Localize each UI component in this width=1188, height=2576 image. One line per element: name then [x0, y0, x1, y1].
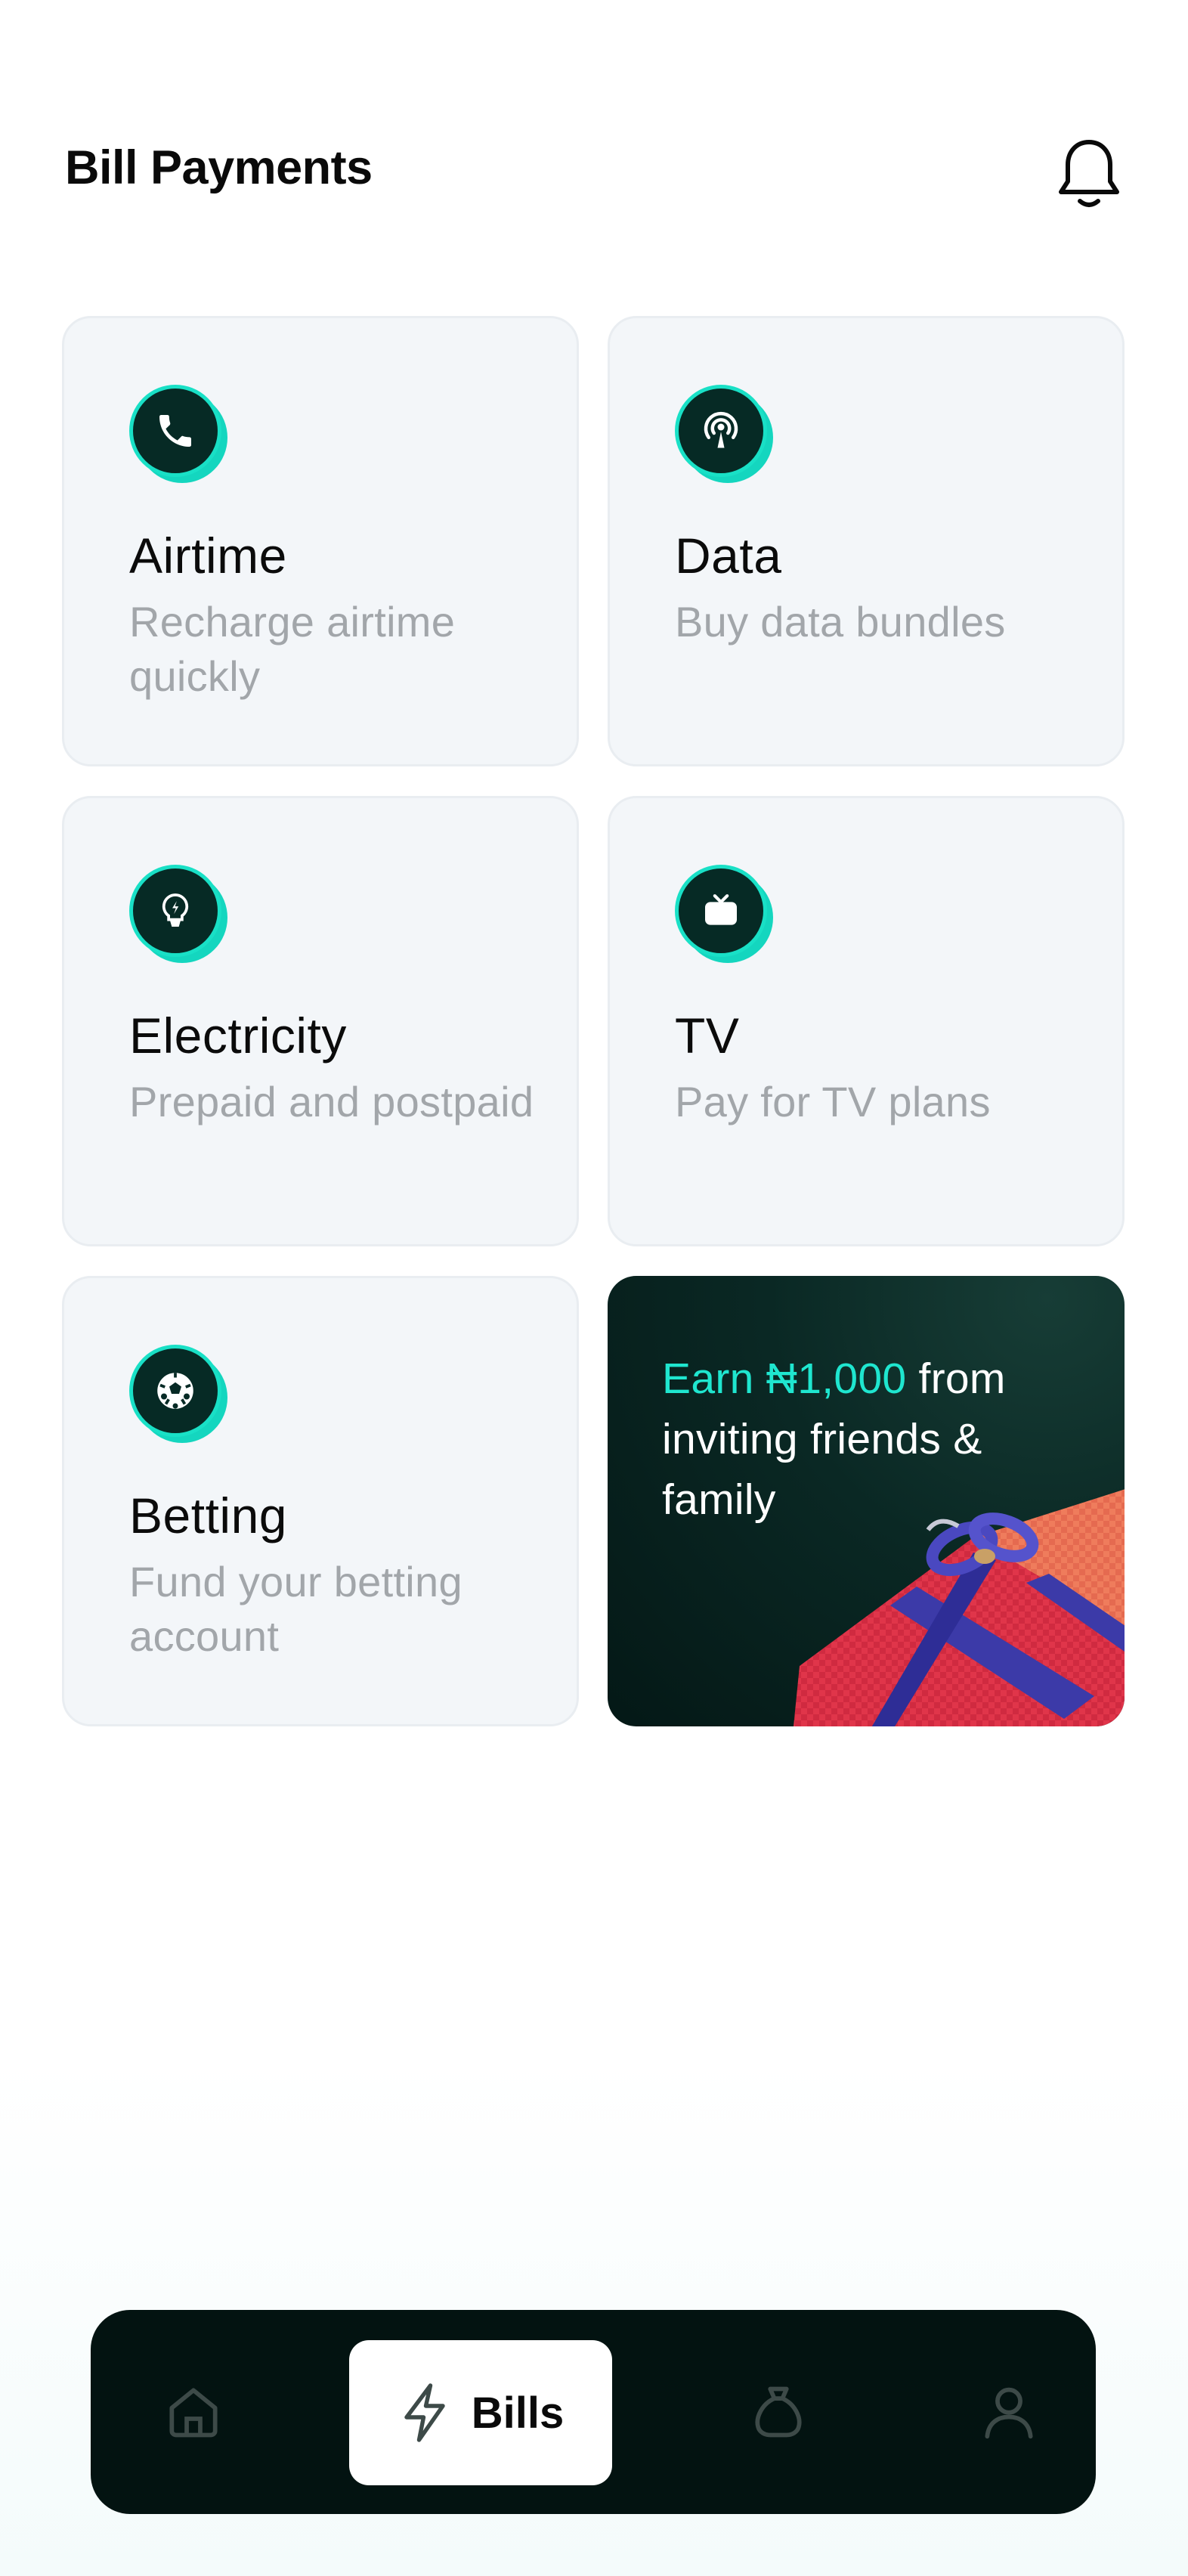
- card-description: Prepaid and postpaid: [129, 1078, 534, 1125]
- phone-icon: [159, 415, 191, 447]
- electricity-card[interactable]: Electricity Prepaid and postpaid: [62, 796, 579, 1246]
- card-title: TV: [675, 1008, 740, 1064]
- tv-card[interactable]: TV Pay for TV plans: [608, 796, 1125, 1246]
- card-title: Electricity: [129, 1008, 347, 1064]
- tv-icon-badge: [675, 865, 773, 963]
- bell-icon: [1059, 140, 1119, 207]
- notifications-button[interactable]: [1055, 136, 1123, 212]
- data-icon-badge: [675, 385, 773, 483]
- page-title: Bill Payments: [65, 141, 373, 194]
- betting-icon-badge: [129, 1345, 227, 1443]
- card-description: Recharge airtime quickly: [129, 598, 456, 700]
- promo-highlight: Earn ₦1,000: [662, 1355, 907, 1403]
- electricity-icon-badge: [129, 865, 227, 963]
- card-title: Data: [675, 528, 782, 584]
- nav-profile[interactable]: [933, 2310, 1084, 2514]
- user-icon: [985, 2387, 1033, 2439]
- referral-promo-banner[interactable]: Earn ₦1,000 from inviting friends & fami…: [608, 1276, 1125, 1726]
- nav-bills-label: Bills: [471, 2388, 565, 2438]
- money-bag-icon: [755, 2386, 802, 2438]
- card-title: Betting: [129, 1488, 287, 1543]
- football-icon: [157, 1373, 193, 1409]
- card-description: Fund your betting account: [129, 1558, 463, 1660]
- airtime-icon-badge: [129, 385, 227, 483]
- card-description: Pay for TV plans: [675, 1078, 991, 1125]
- card-description: Buy data bundles: [675, 598, 1006, 646]
- data-card[interactable]: Data Buy data bundles: [608, 316, 1125, 766]
- nav-bills[interactable]: Bills: [349, 2340, 612, 2485]
- card-title: Airtime: [129, 528, 287, 584]
- tv-icon: [705, 894, 737, 925]
- airtime-card[interactable]: Airtime Recharge airtime quickly: [62, 316, 579, 766]
- nav-home[interactable]: [118, 2310, 269, 2514]
- bolt-icon: [404, 2383, 445, 2442]
- bottom-navigation: Bills: [91, 2310, 1096, 2514]
- betting-card[interactable]: Betting Fund your betting account: [62, 1276, 579, 1726]
- bill-payments-screen: Bill Payments Airtime Recharge airtime q…: [0, 0, 1188, 2576]
- broadcast-icon: [704, 411, 738, 448]
- nav-savings[interactable]: [703, 2310, 854, 2514]
- home-icon: [169, 2388, 218, 2438]
- gift-box-icon: [794, 1489, 1125, 1726]
- lightbulb-icon: [162, 893, 189, 927]
